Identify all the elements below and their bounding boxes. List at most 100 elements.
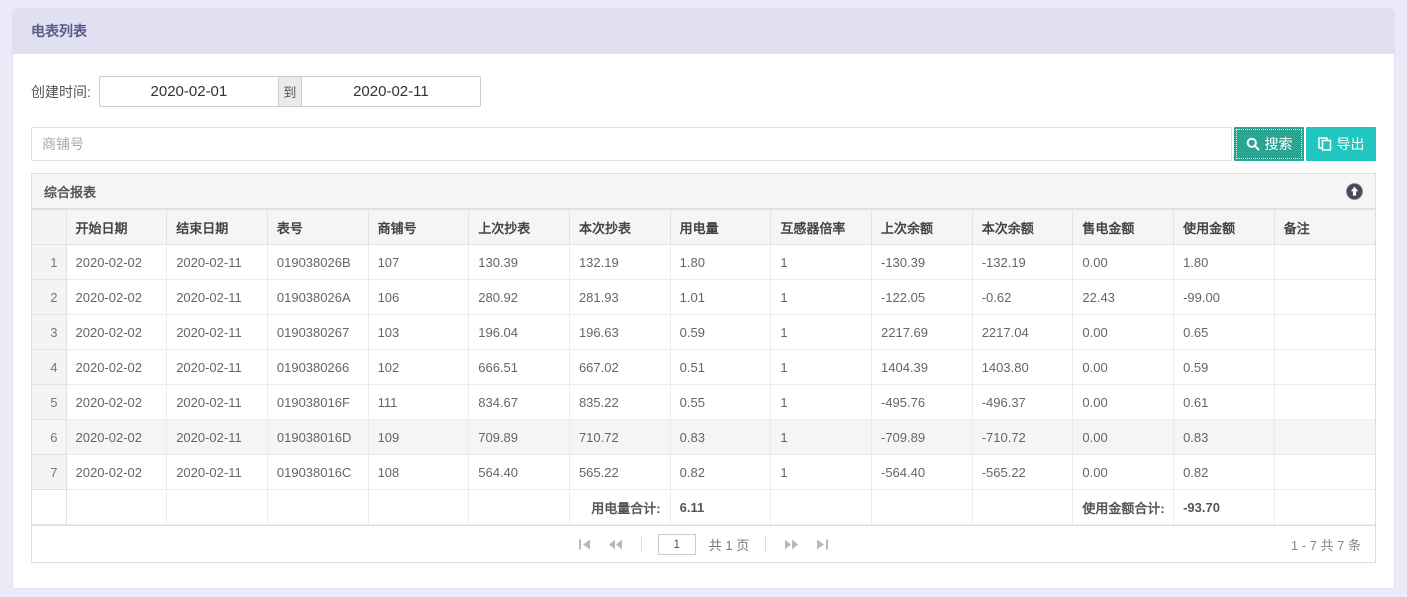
column-header[interactable]: 本次抄表 bbox=[569, 210, 670, 245]
cell: 667.02 bbox=[569, 350, 670, 385]
summary-empty-cell bbox=[32, 490, 66, 525]
cell: 0.00 bbox=[1073, 315, 1174, 350]
shop-number-search-input[interactable] bbox=[31, 127, 1232, 161]
panel-title: 综合报表 bbox=[44, 182, 96, 201]
cell: 1 bbox=[771, 315, 872, 350]
column-header[interactable]: 用电量 bbox=[670, 210, 771, 245]
cell: 834.67 bbox=[469, 385, 570, 420]
seek-first-icon bbox=[578, 539, 591, 550]
row-number: 3 bbox=[32, 315, 66, 350]
cell bbox=[1274, 350, 1375, 385]
date-to-input[interactable] bbox=[302, 77, 480, 106]
table-row[interactable]: 22020-02-022020-02-11019038026A106280.92… bbox=[32, 280, 1375, 315]
cell: 2020-02-11 bbox=[167, 350, 268, 385]
row-number: 1 bbox=[32, 245, 66, 280]
export-button[interactable]: 导出 bbox=[1306, 127, 1376, 161]
date-filter-row: 创建时间: 到 bbox=[31, 76, 1376, 107]
cell: 2020-02-02 bbox=[66, 385, 167, 420]
cell: 1.80 bbox=[670, 245, 771, 280]
column-header[interactable]: 本次余额 bbox=[972, 210, 1073, 245]
cell: -0.62 bbox=[972, 280, 1073, 315]
cell: 0.83 bbox=[670, 420, 771, 455]
pagination-bar: 共 1 页 1 - 7 共 7 条 bbox=[32, 525, 1375, 562]
table-row[interactable]: 32020-02-022020-02-110190380267103196.04… bbox=[32, 315, 1375, 350]
cell: 1 bbox=[771, 455, 872, 490]
summary-empty-cell bbox=[771, 490, 872, 525]
cell: 280.92 bbox=[469, 280, 570, 315]
cell: 0.61 bbox=[1174, 385, 1275, 420]
cell: -122.05 bbox=[872, 280, 973, 315]
grid-header-row: 开始日期结束日期表号商铺号上次抄表本次抄表用电量互感器倍率上次余额本次余额售电金… bbox=[32, 210, 1375, 245]
cell: 106 bbox=[368, 280, 469, 315]
table-row[interactable]: 72020-02-022020-02-11019038016C108564.40… bbox=[32, 455, 1375, 490]
column-header[interactable]: 备注 bbox=[1274, 210, 1375, 245]
collapse-panel-button[interactable] bbox=[1346, 183, 1363, 200]
cell: 1403.80 bbox=[972, 350, 1073, 385]
rownum-column-header bbox=[32, 210, 66, 245]
cell: 0.00 bbox=[1073, 245, 1174, 280]
cell: 107 bbox=[368, 245, 469, 280]
search-toolbar: 搜索 导出 bbox=[31, 127, 1376, 161]
column-header[interactable]: 开始日期 bbox=[66, 210, 167, 245]
cell: 2020-02-02 bbox=[66, 245, 167, 280]
date-range-control: 到 bbox=[99, 76, 481, 107]
next-page-button[interactable] bbox=[782, 537, 801, 552]
column-header[interactable]: 售电金额 bbox=[1073, 210, 1174, 245]
cell: 019038016D bbox=[267, 420, 368, 455]
seek-next-icon bbox=[784, 539, 799, 550]
column-header[interactable]: 结束日期 bbox=[167, 210, 268, 245]
seek-end-icon bbox=[816, 539, 829, 550]
cell: 2020-02-11 bbox=[167, 245, 268, 280]
table-row[interactable]: 62020-02-022020-02-11019038016D109709.89… bbox=[32, 420, 1375, 455]
content-area: 创建时间: 到 搜索 bbox=[13, 54, 1394, 563]
summary-empty-cell bbox=[167, 490, 268, 525]
cell: 2020-02-02 bbox=[66, 420, 167, 455]
meter-list-card: 电表列表 创建时间: 到 搜索 bbox=[12, 8, 1395, 589]
summary-label: 用电量合计: bbox=[569, 490, 670, 525]
summary-empty-cell bbox=[972, 490, 1073, 525]
cell: 564.40 bbox=[469, 455, 570, 490]
cell: 0.59 bbox=[670, 315, 771, 350]
cell: -99.00 bbox=[1174, 280, 1275, 315]
export-copy-icon bbox=[1318, 137, 1332, 151]
table-row[interactable]: 52020-02-022020-02-11019038016F111834.67… bbox=[32, 385, 1375, 420]
cell: -495.76 bbox=[872, 385, 973, 420]
last-page-button[interactable] bbox=[814, 537, 831, 552]
cell: 196.04 bbox=[469, 315, 570, 350]
cell: 019038016C bbox=[267, 455, 368, 490]
column-header[interactable]: 表号 bbox=[267, 210, 368, 245]
prev-page-button[interactable] bbox=[606, 537, 625, 552]
records-info: 1 - 7 共 7 条 bbox=[1291, 535, 1361, 554]
cell: 0.59 bbox=[1174, 350, 1275, 385]
data-grid: 开始日期结束日期表号商铺号上次抄表本次抄表用电量互感器倍率上次余额本次余额售电金… bbox=[32, 209, 1375, 525]
cell: 2020-02-11 bbox=[167, 385, 268, 420]
cell: 2020-02-11 bbox=[167, 315, 268, 350]
page-number-input[interactable] bbox=[658, 534, 696, 555]
cell: 019038026B bbox=[267, 245, 368, 280]
search-button[interactable]: 搜索 bbox=[1234, 127, 1304, 161]
table-row[interactable]: 12020-02-022020-02-11019038026B107130.39… bbox=[32, 245, 1375, 280]
cell: 132.19 bbox=[569, 245, 670, 280]
summary-empty-cell bbox=[368, 490, 469, 525]
cell: 2020-02-02 bbox=[66, 350, 167, 385]
cell: 1 bbox=[771, 420, 872, 455]
cell: -709.89 bbox=[872, 420, 973, 455]
column-header[interactable]: 使用金额 bbox=[1174, 210, 1275, 245]
cell: 2020-02-11 bbox=[167, 420, 268, 455]
summary-row: 用电量合计:6.11使用金额合计:-93.70 bbox=[32, 490, 1375, 525]
column-header[interactable]: 上次余额 bbox=[872, 210, 973, 245]
summary-label: 使用金额合计: bbox=[1073, 490, 1174, 525]
cell: 019038016F bbox=[267, 385, 368, 420]
cell: 2020-02-11 bbox=[167, 280, 268, 315]
panel-header: 综合报表 bbox=[32, 174, 1375, 209]
cell: -496.37 bbox=[972, 385, 1073, 420]
first-page-button[interactable] bbox=[576, 537, 593, 552]
table-row[interactable]: 42020-02-022020-02-110190380266102666.51… bbox=[32, 350, 1375, 385]
cell: -564.40 bbox=[872, 455, 973, 490]
column-header[interactable]: 上次抄表 bbox=[469, 210, 570, 245]
date-to-separator: 到 bbox=[278, 77, 302, 106]
search-icon bbox=[1246, 137, 1260, 151]
column-header[interactable]: 商铺号 bbox=[368, 210, 469, 245]
column-header[interactable]: 互感器倍率 bbox=[771, 210, 872, 245]
date-from-input[interactable] bbox=[100, 77, 278, 106]
